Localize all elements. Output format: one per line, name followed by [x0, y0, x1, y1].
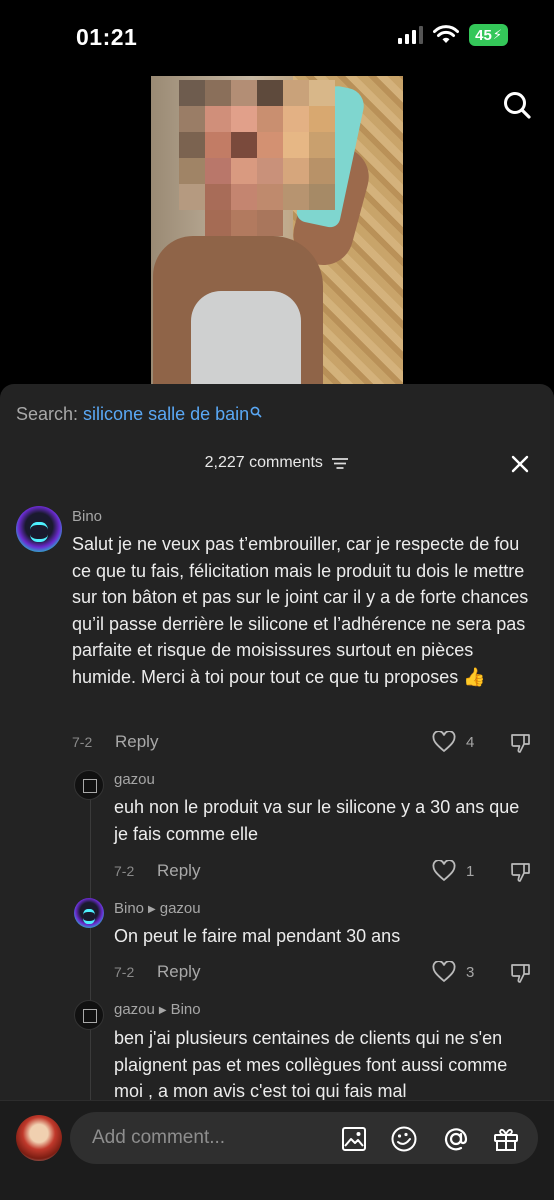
status-bar: 01:21 45 ⚡ — [0, 0, 554, 76]
comment-username[interactable]: Bino ▶ gazou — [114, 900, 201, 917]
avatar[interactable] — [74, 898, 104, 928]
comments-count: 2,227 comments — [204, 454, 323, 471]
like-button[interactable]: 3 — [432, 961, 474, 983]
pixelated-face — [179, 80, 335, 236]
comment-input[interactable] — [92, 1112, 322, 1164]
avatar[interactable] — [16, 1115, 62, 1161]
search-prefix: Search: — [16, 404, 84, 424]
comment-text: euh non le produit va sur le silicone y … — [114, 797, 520, 844]
dislike-icon[interactable] — [510, 732, 532, 754]
comment-text: On peut le faire mal pendant 30 ans — [114, 926, 401, 946]
search-small-icon — [250, 406, 262, 418]
reply-button[interactable]: Reply — [157, 962, 200, 982]
reply-to-username: gazou — [159, 900, 201, 917]
gift-icon[interactable] — [492, 1125, 520, 1153]
comment-text: Salut je ne veux pas t’embrouiller, car … — [72, 534, 529, 687]
like-button[interactable]: 4 — [432, 731, 474, 753]
comment-username[interactable]: gazou ▶ Bino — [114, 1001, 201, 1018]
comment-date: 7-2 — [72, 734, 93, 750]
comments-sheet: Search: silicone salle de bain 2,227 com… — [0, 384, 554, 1200]
comment-username[interactable]: gazou — [114, 771, 155, 788]
battery-level: 45 — [475, 26, 492, 44]
charging-bolt-icon: ⚡ — [492, 27, 502, 42]
avatar[interactable] — [16, 506, 62, 552]
reply-button[interactable]: Reply — [115, 732, 158, 752]
image-icon[interactable] — [340, 1125, 368, 1153]
reply-arrow-icon: ▶ — [158, 1004, 167, 1016]
like-count: 4 — [466, 733, 475, 751]
sort-icon[interactable] — [331, 456, 349, 470]
comment-date: 7-2 — [114, 863, 135, 879]
dislike-icon[interactable] — [510, 962, 532, 984]
battery-indicator: 45 ⚡ — [469, 24, 508, 46]
heart-icon — [432, 731, 456, 753]
status-time: 01:21 — [76, 24, 138, 50]
comment-author: gazou — [114, 1001, 155, 1018]
wifi-icon — [433, 25, 460, 43]
search-query-link[interactable]: silicone salle de bain — [83, 404, 249, 424]
video-player[interactable] — [151, 76, 403, 386]
reply-button[interactable]: Reply — [157, 861, 200, 881]
reply-to-username: Bino — [170, 1001, 201, 1018]
search-icon[interactable] — [502, 90, 532, 120]
mention-icon[interactable] — [442, 1125, 470, 1153]
comments-header: 2,227 comments — [0, 454, 554, 472]
like-count: 3 — [466, 963, 475, 981]
like-button[interactable]: 1 — [432, 860, 474, 882]
comment-input-container[interactable] — [70, 1112, 538, 1164]
thread-line — [90, 1024, 91, 1104]
comment-date: 7-2 — [114, 964, 135, 980]
video-tank-top — [191, 291, 301, 386]
status-icons: 45 ⚡ — [398, 24, 508, 46]
heart-icon — [432, 961, 456, 983]
dislike-icon[interactable] — [510, 861, 532, 883]
search-suggestion[interactable]: Search: silicone salle de bain — [16, 404, 262, 425]
close-icon[interactable] — [510, 454, 530, 474]
avatar[interactable] — [74, 1000, 104, 1030]
reply-arrow-icon: ▶ — [148, 903, 156, 915]
avatar[interactable] — [74, 770, 104, 800]
emoji-icon[interactable] — [390, 1125, 418, 1153]
like-count: 1 — [466, 862, 475, 880]
comment-input-bar — [0, 1100, 554, 1200]
signal-icon — [398, 26, 424, 44]
comment-author: Bino — [114, 900, 145, 917]
comment-text: ben j'ai plusieurs centaines de clients … — [114, 1028, 508, 1101]
comment-username[interactable]: Bino — [72, 508, 102, 525]
heart-icon — [432, 860, 456, 882]
